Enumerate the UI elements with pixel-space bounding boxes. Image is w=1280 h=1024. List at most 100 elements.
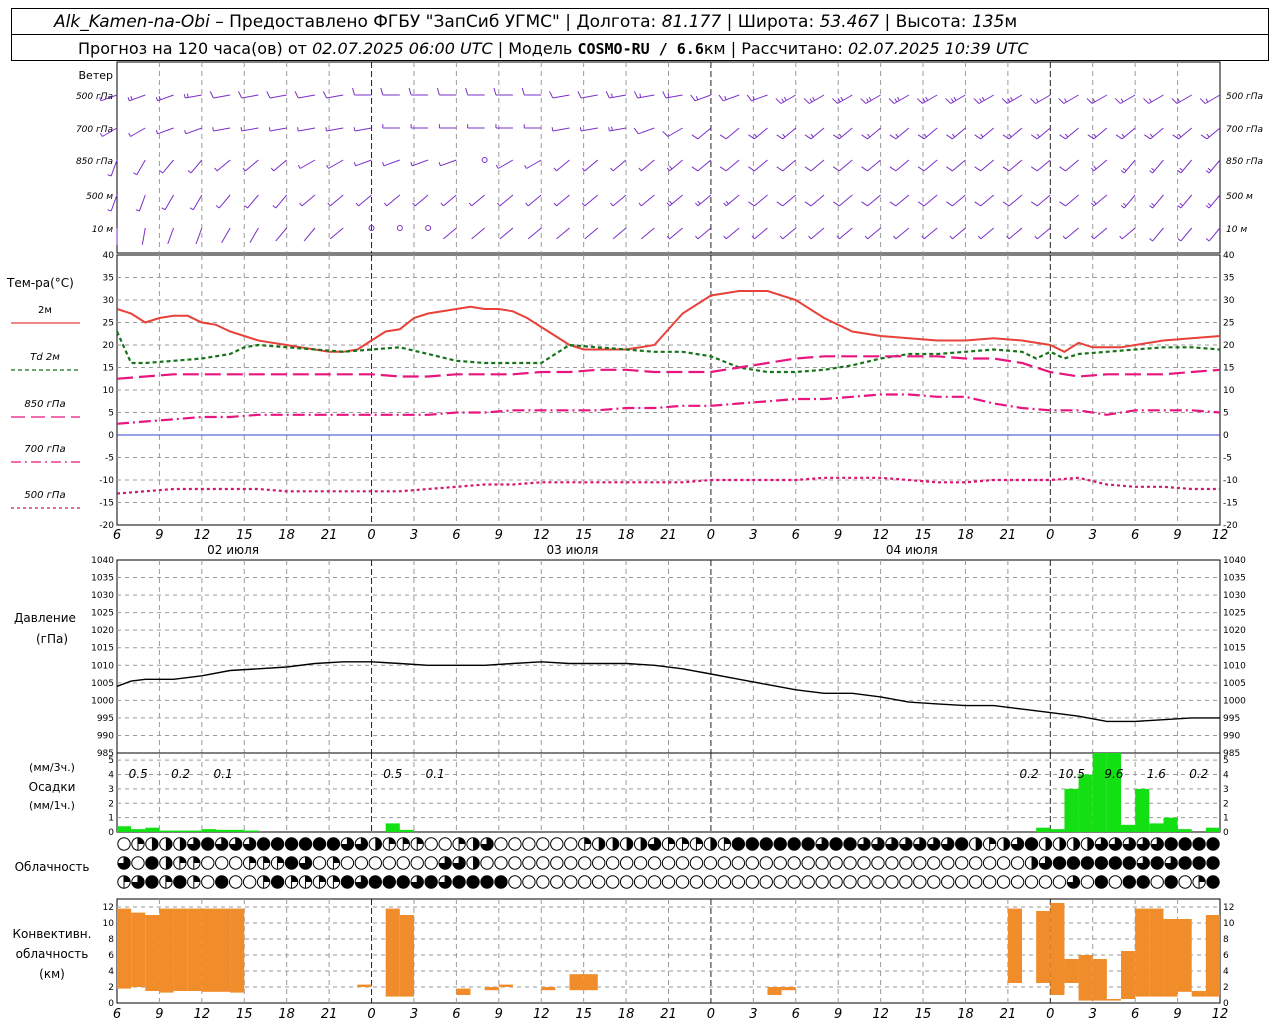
barb-staff [269, 94, 287, 99]
cloud-circle [270, 875, 285, 889]
barb-half [838, 133, 842, 138]
barb-staff [130, 127, 146, 137]
cloud-half [598, 837, 605, 851]
precip-bar [131, 829, 146, 832]
temp-legend-label: 700 гПа [24, 444, 65, 455]
cloud-quarter [291, 875, 298, 882]
cloud-circle [522, 875, 536, 889]
cloud-circle [368, 856, 383, 870]
cloud-cover-symbol [759, 837, 773, 851]
calm-circle [396, 225, 403, 231]
cloud-cover-symbol [284, 856, 299, 870]
barb-flag [1171, 98, 1178, 104]
convective-axis-tick-left: 4 [108, 967, 114, 977]
wind-barb [832, 94, 853, 104]
cloud-quarter [277, 856, 284, 863]
cloud-cover-symbol [284, 837, 299, 851]
wind-barb [249, 227, 259, 243]
cloud-circle [494, 837, 508, 851]
convective-axis-time-tick: 3 [410, 1007, 418, 1022]
cloud-circle [242, 875, 257, 889]
wind-barb [974, 194, 995, 207]
cloud-circle [899, 875, 913, 889]
barb-half [897, 96, 900, 101]
temp-axis-tick-right: 0 [1223, 431, 1229, 441]
wind-barb [244, 194, 259, 209]
pressure-axis-tick-right: 1010 [1223, 661, 1246, 671]
cloud-cover-symbol [857, 856, 871, 870]
wind-barb [551, 127, 570, 132]
wind-barb [666, 194, 683, 207]
barb-staff [1123, 159, 1136, 174]
cloud-cover-symbol [410, 837, 424, 851]
convective-axis-time-tick: 6 [452, 1007, 460, 1022]
precip-unit-1h: (мм/1ч.) [29, 799, 75, 812]
cloud-cover-symbol [382, 856, 396, 870]
wind-barb [412, 194, 429, 207]
cloud-cover-symbol [605, 856, 620, 870]
cloud-cover-symbol [913, 875, 927, 889]
cloud-cover-symbol [843, 875, 857, 889]
wind-barb [141, 227, 146, 245]
wind-barb [776, 159, 797, 172]
cloud-quarter [179, 856, 187, 863]
cloud-circle [1150, 875, 1164, 889]
convective-bar [117, 908, 132, 989]
temp-axis-time-tick: 18 [278, 528, 295, 543]
wind-barb [946, 194, 966, 207]
wind-barb [1059, 159, 1079, 172]
wind-barb [527, 227, 542, 240]
convective-axis-time-tick: 18 [957, 1007, 974, 1022]
barb-flag [974, 166, 982, 172]
barb-flag [718, 94, 724, 102]
temp-legend-label: 2м [38, 305, 52, 316]
precip-axis-tick-left: 0 [108, 828, 114, 838]
barb-staff [584, 194, 599, 207]
temp-axis-tick-right: 30 [1223, 296, 1235, 306]
cloud-cover-symbol [955, 856, 969, 870]
convective-bar [1078, 955, 1093, 1001]
barb-half [159, 170, 163, 174]
barb-half [1008, 133, 1012, 138]
pressure-axis-tick-left: 1025 [91, 609, 114, 619]
pressure-axis-tick-right: 1040 [1223, 556, 1246, 566]
wind-barb [779, 227, 797, 240]
precip-axis-tick-right: 5 [1223, 756, 1229, 766]
barb-half [1179, 202, 1184, 207]
convective-bar [230, 908, 245, 993]
cloud-cover-symbol [368, 856, 383, 870]
cloud-cover-symbol [326, 837, 341, 851]
cloud-cover-symbol [1206, 837, 1220, 851]
barb-staff [810, 227, 825, 240]
wind-level-right: 850 гПа [1226, 157, 1263, 167]
cloud-cover-symbol [187, 875, 201, 889]
wind-barb [776, 194, 797, 207]
barb-staff [526, 159, 542, 169]
cloud-cover-symbol [117, 856, 131, 870]
cloud-cover-symbol [256, 856, 271, 870]
pressure-axis-tick-right: 1000 [1223, 696, 1246, 706]
precip-3h-label: 0.1 [214, 767, 233, 781]
barb-flag [889, 201, 897, 207]
cloud-circle [1010, 856, 1025, 870]
barb-staff [1180, 227, 1193, 242]
barb-half [215, 205, 220, 209]
barb-half [1151, 202, 1155, 207]
cloud-cover-symbol [578, 856, 592, 870]
wind-barb [465, 87, 485, 96]
pressure-axis-tick-left: 995 [97, 714, 114, 724]
cloud-circle [843, 875, 857, 889]
barb-staff [1208, 159, 1221, 174]
barb-staff [638, 127, 655, 135]
cloud-half [1003, 837, 1010, 851]
cloud-cover-symbol [480, 837, 494, 851]
cloud-circle [633, 875, 648, 889]
wind-barb [633, 91, 655, 99]
convective-axis-time-tick: 21 [321, 1007, 338, 1022]
cloud-circle [1164, 837, 1178, 851]
barb-half [297, 164, 301, 169]
cloud-quarter [724, 837, 731, 844]
barb-half [1205, 205, 1210, 209]
barb-half [949, 235, 953, 240]
barb-staff [216, 159, 231, 172]
